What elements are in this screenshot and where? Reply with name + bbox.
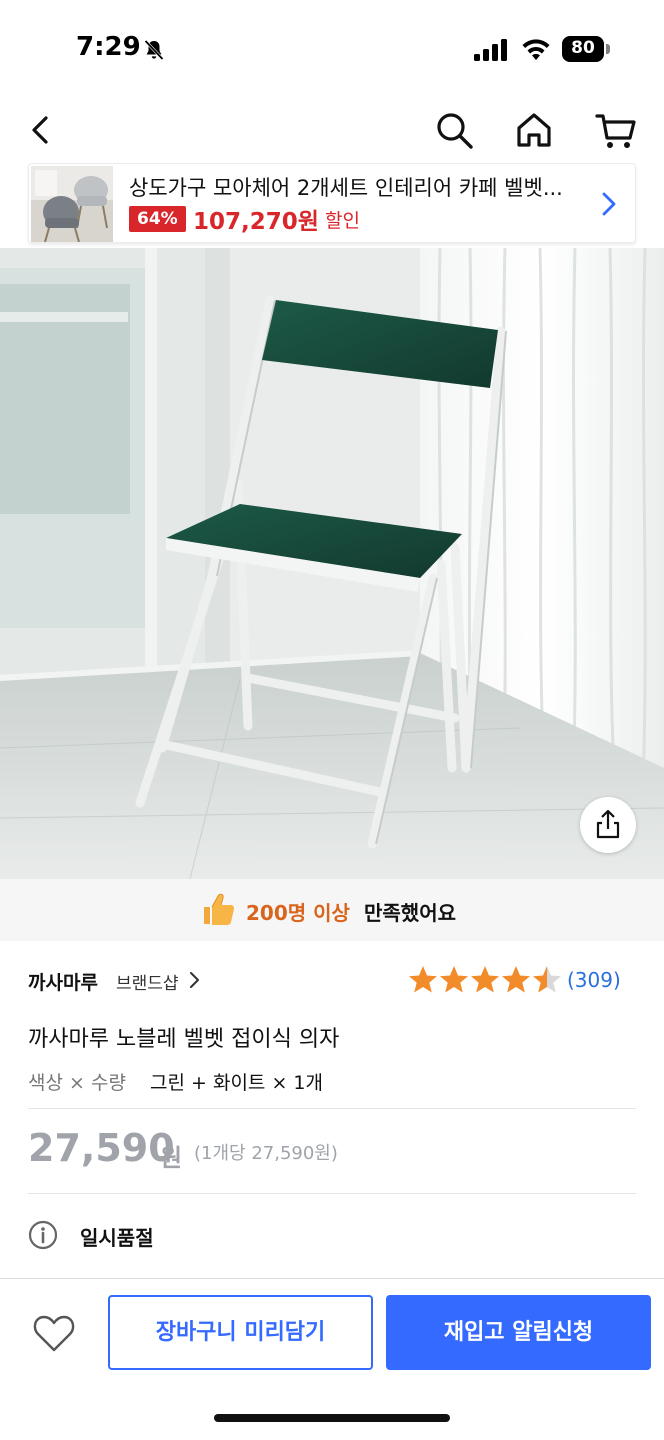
chevron-right-icon[interactable] [188, 970, 202, 990]
bell-off-icon [144, 39, 164, 61]
rating-stars[interactable] [408, 964, 562, 996]
home-indicator[interactable] [214, 1414, 450, 1422]
satisfaction-banner: 200명 이상 만족했어요 [0, 879, 664, 941]
satisfaction-highlight: 200명 이상 [246, 901, 350, 925]
brand-shop-link[interactable]: 브랜드샵 [116, 969, 179, 994]
chevron-right-icon[interactable] [597, 188, 621, 220]
status-bar: 7:29 80 [0, 0, 664, 100]
stock-status: 일시품절 [80, 1226, 154, 1250]
nav-bar [0, 100, 664, 162]
review-count[interactable]: (309) [567, 968, 621, 992]
unit-price-note: (1개당 27,590원) [194, 1143, 338, 1164]
share-icon [596, 809, 620, 839]
cart-icon[interactable] [594, 108, 638, 152]
price-unit: 원 [160, 1144, 183, 1172]
home-icon[interactable] [512, 108, 556, 152]
product-title: 까사마루 노블레 벨벳 접이식 의자 [28, 1027, 340, 1052]
back-icon[interactable] [20, 108, 64, 152]
option-label: 색상 × 수량 [28, 1072, 126, 1094]
status-time: 7:29 [76, 32, 141, 62]
wifi-icon [522, 39, 550, 60]
battery-level: 80 [571, 38, 595, 58]
divider [28, 1108, 636, 1109]
add-to-cart-button[interactable]: 장바구니 미리담기 [108, 1295, 373, 1370]
thumbs-up-icon [204, 893, 235, 925]
product-price: 27,590 [28, 1126, 175, 1170]
brand-name[interactable]: 까사마루 [28, 968, 98, 995]
promo-thumbnail [31, 166, 113, 242]
share-button[interactable] [580, 797, 636, 853]
product-image[interactable] [0, 248, 664, 879]
restock-alert-button[interactable]: 재입고 알림신청 [386, 1295, 651, 1370]
battery-indicator: 80 [562, 36, 610, 62]
promo-title: 상도가구 모아체어 2개세트 인테리어 카페 벨벳... [129, 176, 563, 200]
signal-icon [474, 39, 507, 61]
divider [28, 1193, 636, 1194]
discount-badge: 64% [129, 206, 186, 232]
star-icon [409, 966, 561, 993]
promo-sale-label: 할인 [325, 210, 360, 232]
heart-icon[interactable] [32, 1313, 76, 1353]
promo-price: 107,270원 [193, 209, 319, 235]
satisfaction-text: 만족했어요 [364, 901, 456, 925]
search-icon[interactable] [432, 108, 476, 152]
option-value: 그린 + 화이트 × 1개 [150, 1072, 323, 1094]
info-icon [28, 1220, 58, 1250]
promo-banner[interactable]: 상도가구 모아체어 2개세트 인테리어 카페 벨벳... 64% 107,270… [28, 163, 636, 243]
